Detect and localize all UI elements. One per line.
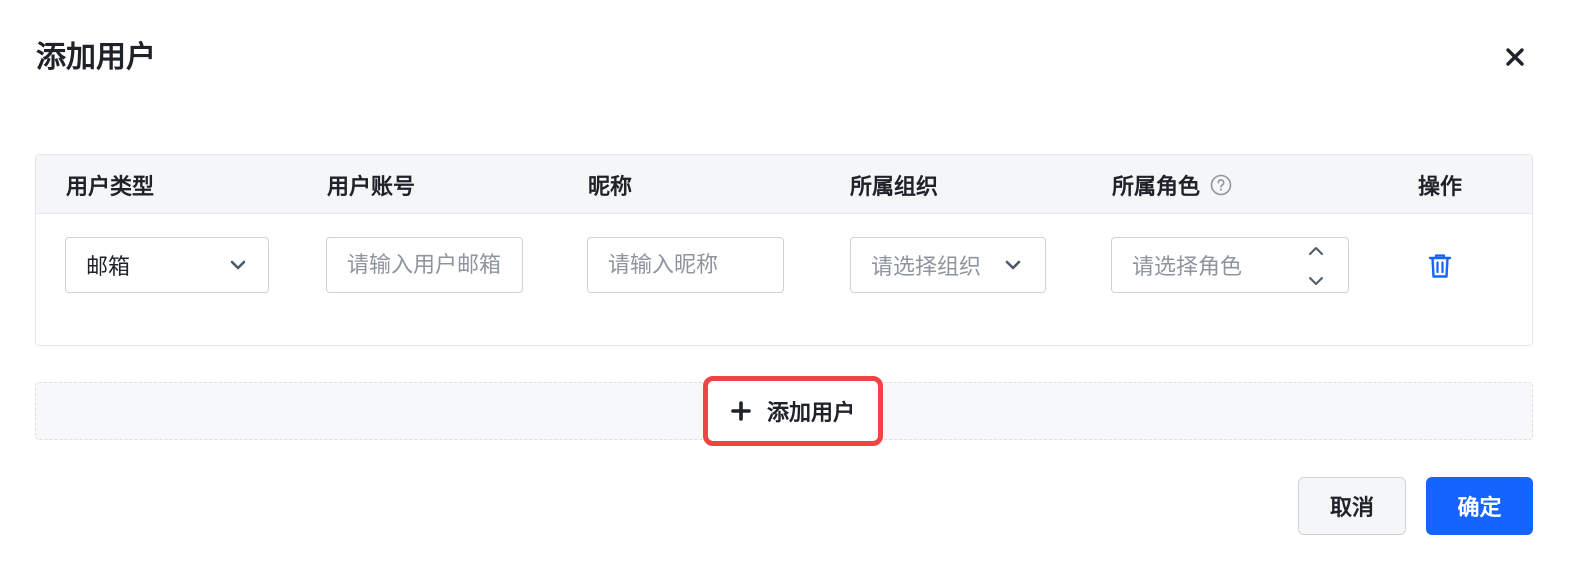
chevron-up-down-icon [1308,246,1324,286]
close-button[interactable] [1500,42,1530,72]
column-header-account: 用户账号 [327,155,415,214]
delete-row-button[interactable] [1425,251,1455,281]
column-label: 操作 [1418,174,1463,200]
column-header-action: 操作 [1418,155,1462,214]
add-user-label: 添加用户 [766,401,855,426]
role-placeholder: 请选择角色 [1132,255,1243,280]
organization-select[interactable]: 请选择组织 [850,237,1046,293]
chevron-down-icon [1005,260,1021,270]
column-header-role: 所属角色 [1112,155,1232,214]
column-label: 所属组织 [850,174,939,200]
column-label: 所属角色 [1112,174,1201,200]
role-select[interactable]: 请选择角色 [1111,237,1349,293]
user-type-select[interactable]: 邮箱 [65,237,269,293]
chevron-down-icon [230,260,246,270]
close-icon [1506,48,1524,66]
organization-placeholder: 请选择组织 [871,255,982,280]
column-label: 昵称 [588,174,633,200]
account-field[interactable] [326,237,523,293]
column-label: 用户类型 [66,174,155,200]
dialog-title: 添加用户 [36,40,156,75]
confirm-button[interactable]: 确定 [1426,477,1533,535]
account-input[interactable] [347,238,514,292]
add-user-button[interactable]: 添加用户 [703,376,883,446]
cancel-button[interactable]: 取消 [1298,477,1406,535]
user-table: 用户类型 用户账号 昵称 所属组织 所属角色 操作 邮箱 请输入用户邮箱 请输入… [35,154,1533,346]
user-type-value: 邮箱 [86,255,131,280]
add-user-dialog: 添加用户 用户类型 用户账号 昵称 所属组织 所属角色 操作 邮箱 请输入用户邮… [0,0,1572,566]
column-header-nickname: 昵称 [588,155,632,214]
nickname-field[interactable] [587,237,784,293]
question-circle-icon[interactable] [1210,174,1232,196]
plus-icon [731,401,751,421]
column-header-user-type: 用户类型 [66,155,154,214]
nickname-input[interactable] [608,238,783,292]
column-label: 用户账号 [327,174,416,200]
trash-icon [1428,254,1452,278]
column-header-organization: 所属组织 [850,155,938,214]
table-header: 用户类型 用户账号 昵称 所属组织 所属角色 操作 [36,155,1532,214]
